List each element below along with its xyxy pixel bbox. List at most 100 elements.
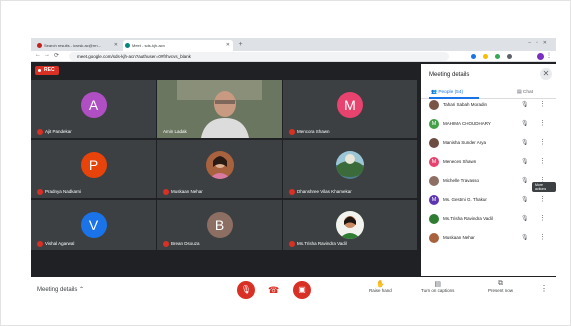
browser-menu-icon[interactable]: ⋮ [546,52,552,59]
raise-hand-button[interactable]: ✋ Raise hand [369,280,392,293]
avatar [429,138,439,148]
close-tab-icon[interactable]: ✕ [226,40,230,51]
meeting-control-bar: Meeting details ⌃ 🎙︎ ☎ ▣ ✋ Raise hand ▤ Tu… [31,277,556,304]
avatar: M [429,119,439,129]
window-controls[interactable]: ‒▫✕ [528,40,552,46]
participant-name: Vishal Agarwal [37,241,74,247]
participant-name: Ajit Pandekar [37,129,72,135]
participant-tile[interactable]: Dhanshree Vilas Khamekar [283,140,417,198]
participant-tile[interactable]: M Mencora Shawn [283,80,417,138]
avatar: M [337,92,363,118]
participant-tile[interactable]: Ms.Trisha Ravindra Vadil [283,200,417,250]
mic-off-icon [289,189,295,195]
mic-off-icon: 🎙︎ [521,102,529,108]
tooltip: More actions [532,182,556,192]
meeting-details-panel: Meeting details ✕ 👥 People (54) ▤ Chat T… [421,64,556,276]
captions-icon: ▤ [434,281,441,288]
meeting-details-button[interactable]: Meeting details ⌃ [37,286,84,293]
participant-name: Meneces Shawn [443,159,477,164]
participant-name: Muskaan Nehar [443,235,475,240]
close-tab-icon[interactable]: ✕ [114,40,118,51]
more-options-icon[interactable]: ⋮ [539,233,546,241]
avatar: V [80,212,107,238]
participant-name: Ms.Trisha Ravindra Vadil [443,216,493,221]
profile-avatar[interactable] [537,53,544,60]
mic-off-icon [163,241,169,247]
tab-people[interactable]: 👥 People (54) [431,90,463,95]
mic-off-icon [289,129,295,135]
reload-icon[interactable]: ⟳ [54,52,59,59]
forward-icon[interactable]: → [44,52,50,58]
mic-off-icon [37,129,43,135]
avatar: M [429,195,439,205]
participant-name: Brean Dsouza [163,241,200,247]
present-icon: ⧉ [498,280,503,287]
browser-tab-meet[interactable]: Meet - sds-kjh-acn ✕ [123,40,233,51]
mic-off-icon: 🎙︎ [521,216,529,222]
more-options-icon[interactable]: ⋮ [539,195,546,203]
browser-tab-search[interactable]: Search results - icsrsk.ac@rrn... ✕ [35,40,121,51]
mic-off-icon: 🎙︎ [521,159,529,165]
camera-off-button[interactable]: ▣ [293,281,311,299]
participant-name: Muskaan Nehar [163,189,203,195]
list-item[interactable]: M MAHIMA CHOUDHARY 🎙︎ ⋮ [421,115,556,134]
list-item[interactable]: Tahari Sabah Moradin 🎙︎ ⋮ [421,96,556,115]
hand-icon: ✋ [376,281,385,288]
mic-off-icon: 🎙︎ [521,121,529,127]
avatar: P [80,152,107,178]
extension-icon[interactable] [495,54,500,59]
mic-off-icon [289,241,295,247]
mic-off-icon: 🎙︎ [521,140,529,146]
more-options-icon[interactable]: ⋮ [540,284,548,293]
panel-title: Meeting details [429,72,470,78]
tab-chat[interactable]: ▤ Chat [517,90,533,95]
participant-name: Mencora Shawn [289,129,330,135]
list-item[interactable]: Ms.Trisha Ravindra Vadil 🎙︎ ⋮ [421,210,556,229]
participant-tile[interactable]: B Brean Dsouza [157,200,282,250]
mic-off-icon [37,241,43,247]
mic-off-icon: 🎙︎ [521,197,529,203]
more-options-icon[interactable]: ⋮ [539,157,546,165]
avatar [429,176,439,186]
more-options-icon[interactable]: ⋮ [539,100,546,108]
present-now-button[interactable]: ⧉ Present now [488,280,513,293]
more-options-icon[interactable]: ⋮ [539,119,546,127]
mic-off-icon [163,189,169,195]
participant-tile[interactable]: V Vishal Agarwal [31,200,156,250]
more-options-icon[interactable]: ⋮ [539,214,546,222]
puzzle-icon[interactable] [507,54,512,59]
participant-tile[interactable]: P Pradnya Nadkarni [31,140,156,198]
participant-tile[interactable]: Muskaan Nehar [157,140,282,198]
mic-off-icon: 🎙︎ [521,235,529,241]
mic-off-icon [37,189,43,195]
captions-button[interactable]: ▤ Turn on captions [421,280,454,293]
avatar: M [429,157,439,167]
participant-name: Dhanshree Vilas Khamekar [289,189,352,195]
leave-call-button[interactable]: ☎ [268,285,279,296]
list-item[interactable]: M Meneces Shawn 🎙︎ ⋮ [421,153,556,172]
list-item[interactable]: Manisha Sunder Arya 🎙︎ ⋮ [421,134,556,153]
tab-label: Search results - icsrsk.ac@rrn... [44,43,101,48]
list-item[interactable]: M Ms. Gestmi G. Thakur 🎙︎ ⋮ [421,191,556,210]
participant-video-tile[interactable]: Amin Ladak [157,80,282,138]
gmail-icon [37,43,42,48]
mic-off-button[interactable]: 🎙︎ [237,281,255,299]
back-icon[interactable]: ← [35,52,41,58]
star-icon[interactable] [483,54,488,59]
url-field[interactable]: meet.google.com/sds-kjh-acn?authuser=0#f… [69,52,449,61]
participant-tile[interactable]: A Ajit Pandekar [31,80,156,138]
avatar [429,214,439,224]
list-item[interactable]: Muskaan Nehar 🎙︎ ⋮ [421,229,556,248]
participant-name: Manisha Sunder Arya [443,140,487,145]
mic-off-icon: 🎙︎ [521,178,529,184]
close-icon[interactable]: ✕ [540,68,552,80]
more-options-icon[interactable]: ⋮ [539,138,546,146]
new-tab-button[interactable]: + [236,40,245,49]
participant-name: Pradnya Nadkarni [37,189,81,195]
participant-name: Tahari Sabah Moradin [443,102,488,107]
avatar: A [80,92,107,118]
participant-name: Ms.Trisha Ravindra Vadil [289,241,347,247]
tab-label: Meet - sds-kjh-acn [132,43,165,48]
avatar [429,100,439,110]
extension-icon[interactable] [471,54,476,59]
